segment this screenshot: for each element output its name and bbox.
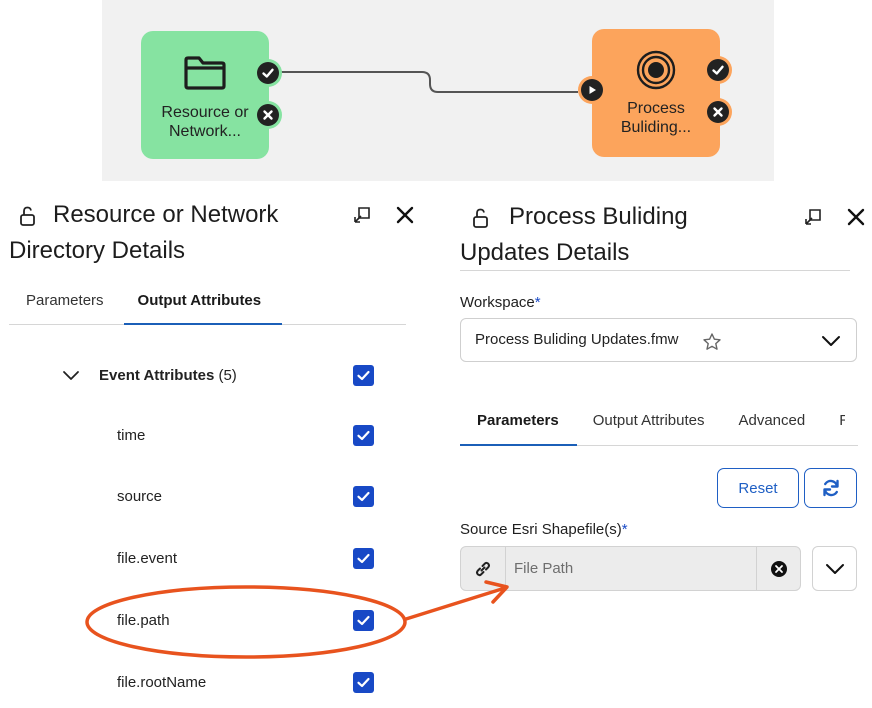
chevron-down-icon [825,563,844,574]
workspace-label-text: Workspace [460,294,535,311]
annotation-arrow [404,586,507,621]
list-item: file.path [0,606,400,636]
source-node-label-line2: Network... [168,123,241,140]
attribute-name: time [117,427,146,444]
target-node-label-line1: Process [627,100,685,117]
right-panel-title-line2: Updates Details [460,239,630,266]
right-title-divider [460,270,850,271]
x-icon [263,110,273,120]
checkmark-icon [357,430,370,441]
target-node[interactable]: Process Buliding... [578,29,732,157]
file-path-field [460,546,801,591]
file-path-input[interactable] [506,547,758,590]
tab-output-attributes[interactable]: Output Attributes [593,403,705,439]
tab-parameters[interactable]: Parameters [477,403,559,439]
checkmark-icon [262,68,274,78]
group-count: (5) [218,367,237,384]
workspace-label: Workspace* [460,294,541,311]
attribute-name: source [117,488,163,505]
refresh-button[interactable] [804,468,857,508]
checkmark-icon [357,491,370,502]
list-item: file.event [0,544,400,574]
chevron-down-icon[interactable] [821,334,841,348]
checkmark-icon [357,370,370,381]
source-success-port[interactable] [254,59,282,87]
target-input-port[interactable] [578,76,606,104]
checkmark-icon [357,615,370,626]
attribute-checkbox[interactable] [353,610,374,631]
popout-icon[interactable] [803,207,823,227]
refresh-icon [822,479,839,497]
group-label: Event Attributes (5) [99,361,237,391]
list-item: source [0,482,400,512]
checkmark-icon [712,65,724,75]
link-button[interactable] [461,547,506,590]
file-path-dropdown[interactable] [812,546,857,591]
right-panel-tabs: Parameters Output Attributes Advanced R [477,403,845,439]
source-failure-port[interactable] [254,101,282,129]
attribute-checkbox[interactable] [353,486,374,507]
tab-parameters[interactable]: Parameters [26,283,104,319]
reset-button[interactable]: Reset [717,468,799,508]
attribute-name: file.event [117,550,178,567]
workspace-select[interactable]: Process Buliding Updates.fmw [460,318,857,362]
attribute-name: file.rootName [117,674,207,691]
event-attributes-group[interactable]: Event Attributes (5) [0,361,400,391]
target-node-label: Process Buliding... [592,99,720,137]
active-tab-indicator [124,323,282,325]
left-panel-title-line1: Resource or Network [53,201,279,228]
group-checkbox[interactable] [353,365,374,386]
close-icon[interactable] [396,206,414,224]
target-icon [636,50,676,90]
folder-icon [184,56,226,90]
attribute-name: file.path [117,612,170,629]
source-node-label-line1: Resource or [161,104,249,121]
workflow-canvas[interactable]: Resource or Network... Process Buliding.… [102,0,774,181]
workspace-value: Process Buliding Updates.fmw [475,331,679,348]
attribute-checkbox[interactable] [353,548,374,569]
attribute-checkbox[interactable] [353,425,374,446]
target-failure-port[interactable] [704,98,732,126]
active-tab-indicator [460,444,577,446]
link-icon [476,561,490,576]
target-success-port[interactable] [704,56,732,84]
required-mark: * [621,521,628,538]
unlock-icon[interactable] [471,207,491,229]
left-panel-title-line2: Directory Details [9,237,186,264]
checkmark-icon [357,553,370,564]
clear-icon [770,560,787,577]
chevron-down-icon[interactable] [62,370,80,382]
clear-button[interactable] [756,547,800,590]
close-icon[interactable] [847,208,865,226]
right-panel-title-line1: Process Buliding [509,203,688,230]
attribute-checkbox[interactable] [353,672,374,693]
group-name: Event Attributes [99,367,215,384]
target-node-label-line2: Buliding... [620,119,692,136]
source-shapefile-label-text: Source Esri Shapefile(s) [460,521,622,538]
unlock-icon[interactable] [18,205,38,227]
tab-output-attributes[interactable]: Output Attributes [138,283,262,319]
source-node[interactable]: Resource or Network... [141,31,282,159]
play-icon [589,86,596,94]
list-item: file.rootName [0,668,400,698]
left-panel-tabs: Parameters Output Attributes [26,283,261,319]
tab-overflow[interactable]: R [839,403,845,439]
source-node-label: Resource or Network... [141,103,269,141]
source-shapefile-label: Source Esri Shapefile(s)* [460,521,628,538]
required-mark: * [534,294,541,311]
checkmark-icon [357,677,370,688]
x-icon [713,107,723,117]
list-item: time [0,421,400,451]
tab-advanced[interactable]: Advanced [738,403,805,439]
star-icon[interactable] [702,332,722,352]
popout-icon[interactable] [352,205,372,225]
